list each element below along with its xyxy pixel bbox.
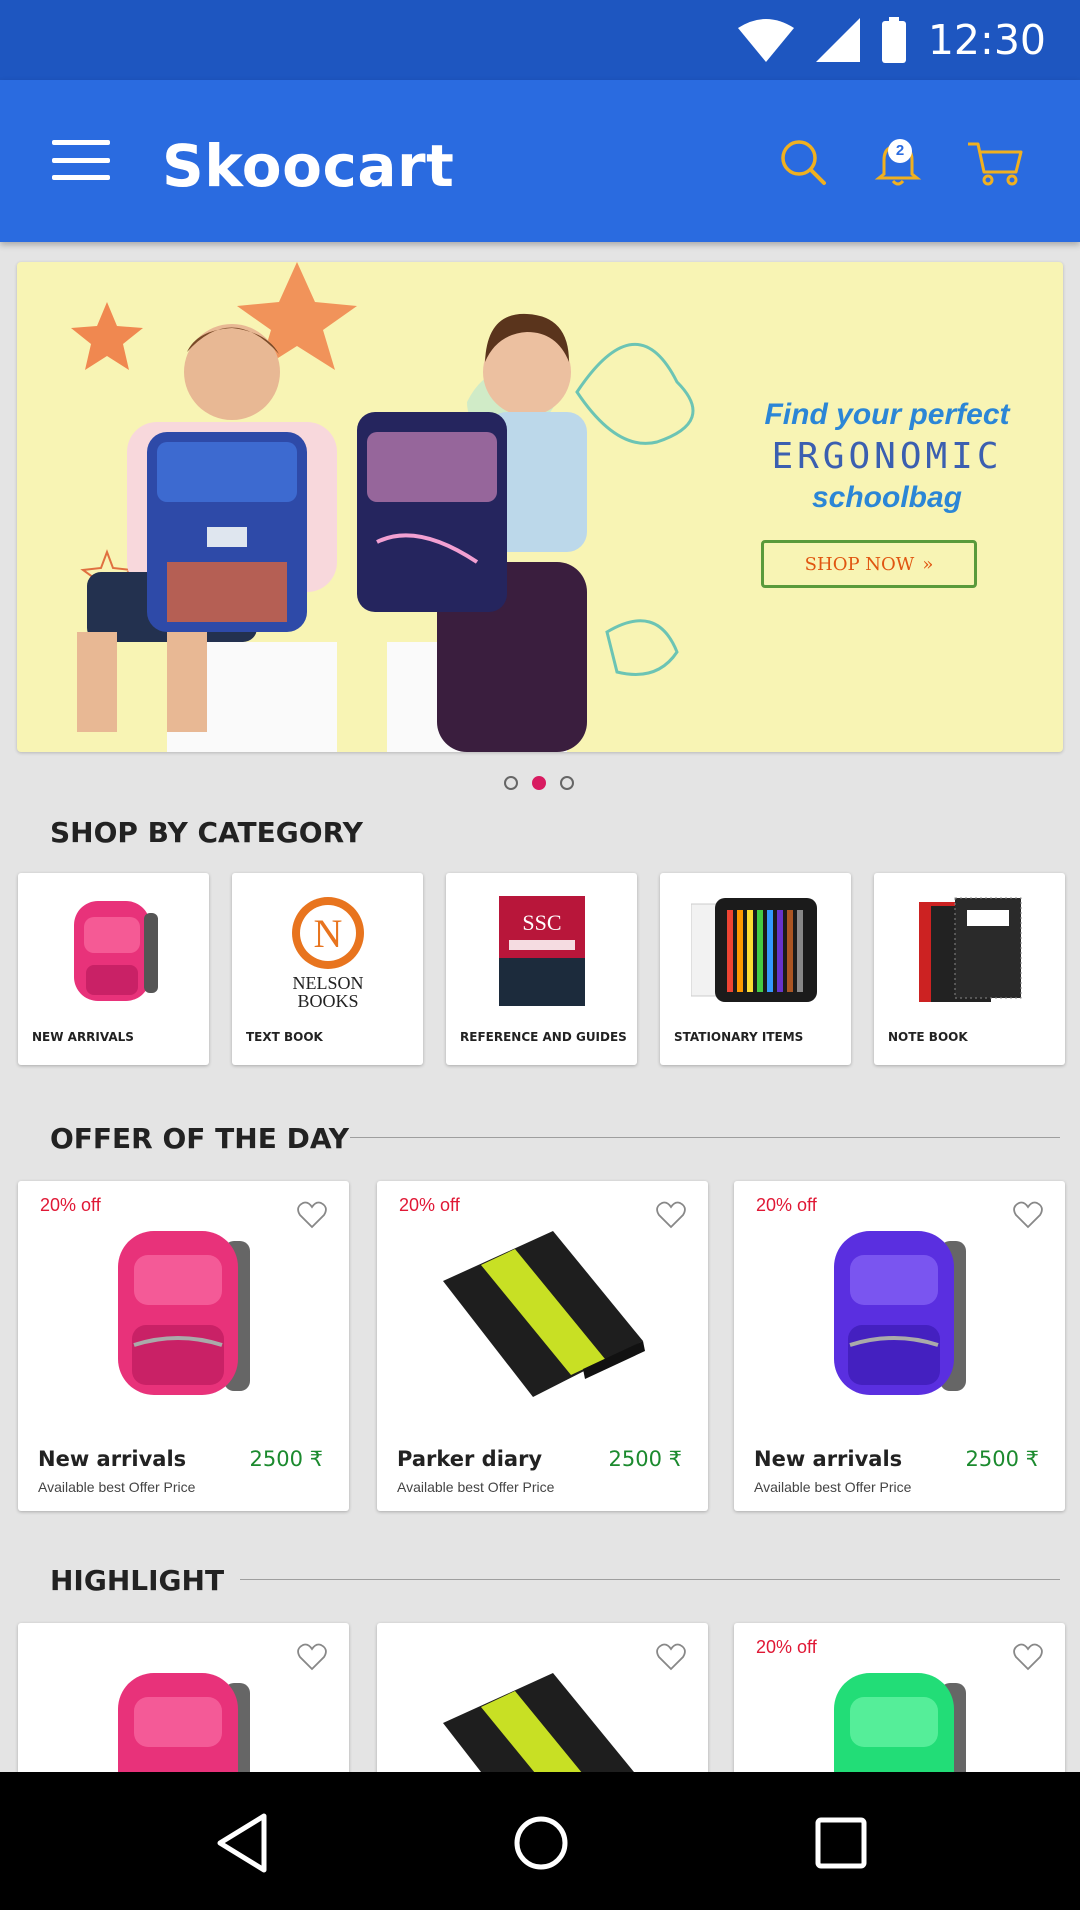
diary-image — [442, 1231, 645, 1397]
carousel-dot[interactable] — [560, 776, 574, 790]
divider — [240, 1579, 1060, 1580]
product-price: 2500 ₹ — [249, 1447, 323, 1471]
signal-icon — [815, 18, 860, 62]
ssc-guide-book-image: SSC — [498, 895, 585, 1006]
category-note-book[interactable]: NOTE BOOK — [874, 873, 1065, 1065]
back-icon[interactable] — [208, 1808, 278, 1878]
banner-line-2: ERGONOMIC — [771, 436, 1003, 477]
svg-text:BOOKS: BOOKS — [297, 991, 358, 1008]
banner-headline: Find your perfect ERGONOMIC schoolbag — [717, 398, 1057, 515]
product-card[interactable]: 20% off New arrivals 2500 ₹ Available be… — [18, 1181, 349, 1511]
home-icon[interactable] — [506, 1808, 576, 1878]
status-bar: 12:30 — [0, 0, 1080, 80]
carousel-dot-active[interactable] — [532, 776, 546, 790]
category-reference-guides[interactable]: SSC REFERENCE AND GUIDES — [446, 873, 637, 1065]
discount-badge: 20% off — [756, 1195, 817, 1215]
menu-icon[interactable] — [52, 140, 110, 180]
category-new-arrivals[interactable]: NEW ARRIVALS — [18, 873, 209, 1065]
clock: 12:30 — [927, 16, 1046, 64]
svg-text:NELSON: NELSON — [292, 973, 363, 993]
discount-badge: 20% off — [756, 1637, 817, 1657]
promo-banner[interactable]: Find your perfect ERGONOMIC schoolbag SH… — [17, 262, 1063, 752]
double-chevron-icon: » — [922, 553, 934, 575]
svg-text:N: N — [313, 911, 342, 956]
category-text-book[interactable]: N NELSON BOOKS TEXT BOOK — [232, 873, 423, 1065]
product-card[interactable]: 20% off New arrivals 2500 ₹ Available be… — [734, 1181, 1065, 1511]
battery-icon — [881, 17, 906, 63]
app-title: Skoocart — [162, 132, 455, 200]
recents-icon[interactable] — [806, 1808, 876, 1878]
product-price: 2500 ₹ — [965, 1447, 1039, 1471]
banner-line-1: Find your perfect — [764, 398, 1010, 431]
product-name: Parker diary — [397, 1447, 543, 1471]
notification-badge: 2 — [888, 139, 912, 163]
cart-icon[interactable] — [966, 134, 1024, 190]
app-bar: Skoocart 2 — [0, 80, 1080, 242]
category-label: REFERENCE AND GUIDES — [460, 1030, 627, 1044]
shop-now-button[interactable]: SHOP NOW » — [761, 540, 977, 588]
discount-badge: 20% off — [399, 1195, 460, 1215]
section-title-category: SHOP BY CATEGORY — [50, 816, 363, 849]
product-price: 2500 ₹ — [608, 1447, 682, 1471]
category-label: NEW ARRIVALS — [32, 1030, 134, 1044]
backpack-image — [73, 901, 158, 1001]
product-name: New arrivals — [754, 1447, 903, 1471]
carousel-indicator — [504, 776, 574, 790]
discount-badge: 20% off — [40, 1195, 101, 1215]
wifi-icon — [737, 19, 794, 62]
purple-backpack-image — [833, 1231, 966, 1395]
product-subtitle: Available best Offer Price — [38, 1479, 196, 1495]
shop-now-label: SHOP NOW — [804, 553, 915, 575]
product-subtitle: Available best Offer Price — [754, 1479, 912, 1495]
category-label: NOTE BOOK — [888, 1030, 968, 1044]
pencil-case-image — [690, 897, 817, 1002]
category-label: TEXT BOOK — [246, 1030, 323, 1044]
pink-backpack-image — [117, 1231, 250, 1395]
carousel-dot[interactable] — [504, 776, 518, 790]
category-label: STATIONARY ITEMS — [674, 1030, 804, 1044]
banner-line-3: schoolbag — [811, 481, 962, 514]
search-icon[interactable] — [775, 134, 831, 190]
section-title-highlight: HIGHLIGHT — [50, 1564, 225, 1597]
system-nav-bar — [0, 1772, 1080, 1910]
product-card[interactable]: 20% off Parker diary 2500 ₹ Available be… — [377, 1181, 708, 1511]
divider — [350, 1137, 1060, 1138]
product-name: New arrivals — [38, 1447, 187, 1471]
product-subtitle: Available best Offer Price — [397, 1479, 555, 1495]
notebook-image — [918, 897, 1021, 1002]
section-title-offer: OFFER OF THE DAY — [50, 1122, 350, 1155]
category-stationary-items[interactable]: STATIONARY ITEMS — [660, 873, 851, 1065]
nelson-books-logo: N NELSON BOOKS — [291, 897, 364, 1008]
svg-text:SSC: SSC — [522, 910, 561, 935]
